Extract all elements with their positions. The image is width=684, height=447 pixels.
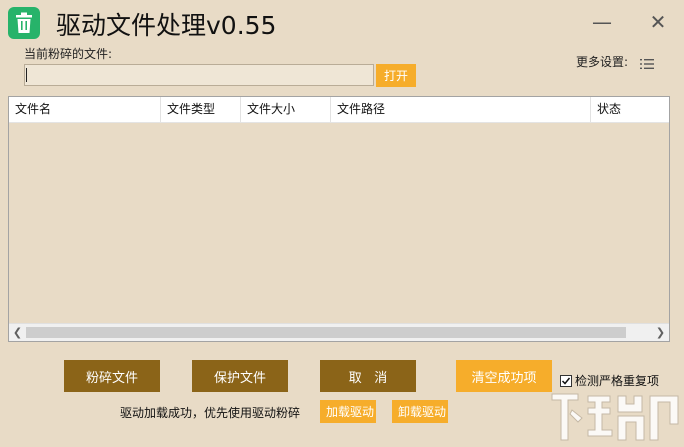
app-trash-icon [8,7,40,39]
close-button[interactable]: ✕ [646,12,670,32]
watermark-logo [548,384,682,444]
more-settings-label: 更多设置: [576,55,629,69]
more-settings-list-icon[interactable] [640,57,654,71]
window-title: 驱动文件处理v0.55 [56,11,277,40]
file-path-input[interactable] [24,64,374,86]
file-table[interactable]: 文件名 文件类型 文件大小 文件路径 状态 ❮ ❯ [8,96,670,342]
load-driver-button[interactable]: 加载驱动 [320,400,376,423]
cancel-button[interactable]: 取 消 [320,360,416,392]
driver-status-message: 驱动加载成功，优先使用驱动粉碎 [120,406,301,420]
column-header-file-path[interactable]: 文件路径 [331,97,591,122]
minimize-button[interactable]: — [590,12,614,32]
column-header-file-name[interactable]: 文件名 [9,97,161,122]
column-header-file-type[interactable]: 文件类型 [161,97,241,122]
shred-file-button[interactable]: 粉碎文件 [64,360,160,392]
unload-driver-button[interactable]: 卸载驱动 [392,400,448,423]
scrollbar-thumb[interactable] [26,327,626,338]
text-caret [26,68,27,82]
scroll-right-arrow-icon[interactable]: ❯ [652,324,669,341]
current-file-label: 当前粉碎的文件: [24,47,113,61]
column-header-status[interactable]: 状态 [591,97,669,122]
column-header-file-size[interactable]: 文件大小 [241,97,331,122]
clear-success-button[interactable]: 清空成功项 [456,360,552,392]
protect-file-button[interactable]: 保护文件 [192,360,288,392]
table-header: 文件名 文件类型 文件大小 文件路径 状态 [9,97,669,123]
open-file-button[interactable]: 打开 [376,64,416,87]
scroll-left-arrow-icon[interactable]: ❮ [9,324,26,341]
horizontal-scrollbar[interactable]: ❮ ❯ [9,323,669,341]
